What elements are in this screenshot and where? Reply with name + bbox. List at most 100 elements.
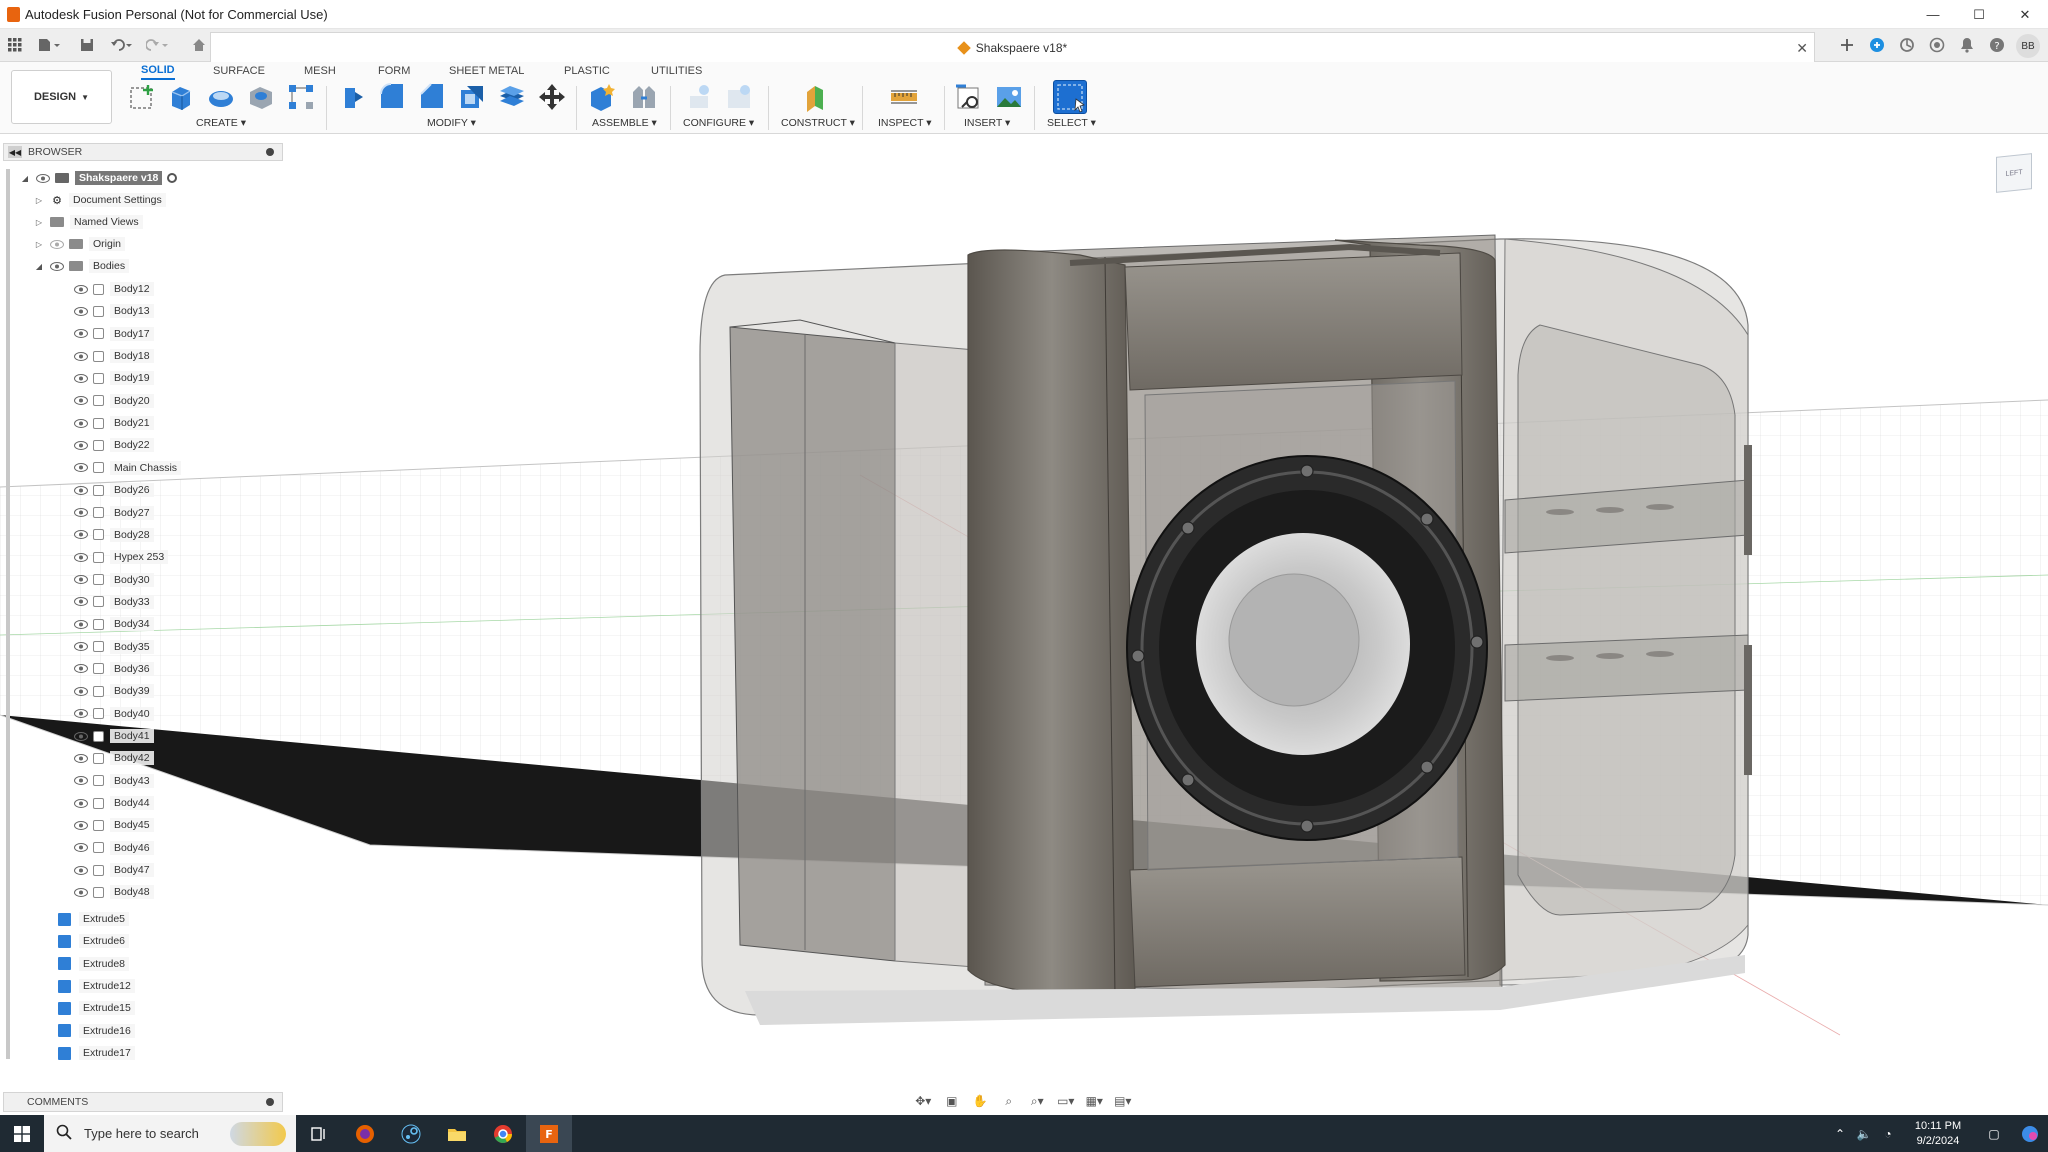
look-at-icon[interactable]: ▣ [941, 1092, 964, 1110]
online-status-icon[interactable] [1926, 34, 1948, 56]
press-pull-icon[interactable] [337, 82, 367, 112]
tree-item-document-settings[interactable]: ▷ ⚙ Document Settings [34, 191, 166, 209]
tree-item-extrude[interactable]: Extrude12 [58, 977, 135, 995]
close-tab-icon[interactable]: ✕ [1796, 40, 1808, 57]
tree-item-body[interactable]: Body47 [74, 861, 154, 879]
chevron-up-icon[interactable]: ⌃ [1828, 1124, 1852, 1144]
visibility-eye-icon[interactable] [74, 820, 88, 830]
visibility-eye-icon[interactable] [74, 619, 88, 629]
tree-item-extrude[interactable]: Extrude15 [58, 999, 135, 1017]
tree-item-body[interactable]: Body28 [74, 526, 154, 544]
tree-item-extrude[interactable]: Extrude16 [58, 1022, 135, 1040]
pattern-icon[interactable] [286, 82, 316, 112]
task-view-icon[interactable] [296, 1115, 342, 1152]
visibility-eye-icon[interactable] [74, 575, 88, 585]
tree-item-body[interactable]: Body36 [74, 660, 154, 678]
network-icon[interactable]: ◔ [1876, 1124, 1900, 1144]
pin-icon[interactable] [266, 148, 274, 156]
visibility-eye-icon[interactable] [74, 351, 88, 361]
visibility-eye-icon[interactable] [74, 418, 88, 428]
expand-arrow-icon[interactable]: ▷ [34, 240, 44, 249]
maximize-button[interactable]: ☐ [1956, 0, 2002, 29]
comments-panel[interactable]: COMMENTS [3, 1092, 283, 1112]
visibility-eye-icon[interactable] [74, 329, 88, 339]
joint-icon[interactable] [629, 82, 659, 112]
tree-item-extrude[interactable]: Extrude17 [58, 1044, 135, 1062]
configure-menu[interactable]: CONFIGURE ▾ [683, 117, 754, 129]
tree-item-origin[interactable]: ▷ Origin [34, 235, 126, 253]
tab-plastic[interactable]: PLASTIC [564, 62, 610, 80]
tree-item-body[interactable]: Body22 [74, 436, 154, 454]
configure-rules-icon[interactable] [724, 82, 754, 112]
combine-icon[interactable] [497, 82, 527, 112]
visibility-eye-icon[interactable] [74, 776, 88, 786]
tree-item-named-views[interactable]: ▷ Named Views [34, 213, 143, 231]
select-menu[interactable]: SELECT ▾ [1047, 117, 1096, 129]
save-icon[interactable] [80, 35, 94, 55]
visibility-eye-icon[interactable] [74, 396, 88, 406]
volume-icon[interactable]: 🔈 [1852, 1124, 1876, 1144]
apps-grid-icon[interactable] [8, 35, 22, 55]
tree-item-extrude[interactable]: Extrude8 [58, 955, 130, 973]
modify-menu[interactable]: MODIFY ▾ [427, 117, 476, 129]
activate-radio-icon[interactable] [167, 173, 178, 183]
visibility-eye-icon[interactable] [74, 843, 88, 853]
visibility-eye-icon[interactable] [74, 865, 88, 875]
tree-item-body[interactable]: Main Chassis [74, 459, 182, 477]
tree-item-body[interactable]: Hypex 253 [74, 548, 169, 566]
tree-item-body[interactable]: Body17 [74, 325, 154, 343]
tree-item-body[interactable]: Body48 [74, 883, 154, 901]
visibility-eye-icon[interactable] [74, 373, 88, 383]
tab-utilities[interactable]: UTILITIES [651, 62, 702, 80]
revolve-icon[interactable] [206, 82, 236, 112]
taskbar-clock[interactable]: 10:11 PM 9/2/2024 [1900, 1119, 1976, 1149]
expand-arrow-icon[interactable]: ▷ [34, 218, 44, 227]
canvas-viewport[interactable] [0, 135, 2048, 1115]
tree-item-body[interactable]: Body19 [74, 369, 154, 387]
visibility-eye-icon[interactable] [74, 731, 88, 741]
workspace-switcher-button[interactable]: DESIGN ▼ [11, 70, 112, 124]
shell-icon[interactable] [457, 82, 487, 112]
insert-menu[interactable]: INSERT ▾ [964, 117, 1010, 129]
redo-icon[interactable] [146, 35, 170, 55]
job-status-icon[interactable] [1896, 34, 1918, 56]
tree-item-body[interactable]: Body26 [74, 481, 154, 499]
create-sketch-icon[interactable] [128, 82, 158, 112]
display-settings-icon[interactable]: ▭▾ [1055, 1092, 1078, 1110]
visibility-eye-icon[interactable] [74, 485, 88, 495]
taskbar-search-box[interactable]: Type here to search [44, 1115, 296, 1152]
speaker-driver[interactable] [1126, 455, 1488, 841]
grid-snap-icon[interactable]: ▦▾ [1083, 1092, 1106, 1110]
tree-item-body[interactable]: Body20 [74, 392, 154, 410]
tree-item-body[interactable]: Body30 [74, 571, 154, 589]
tree-item-bodies[interactable]: ◢ Bodies [34, 257, 130, 275]
tree-item-body[interactable]: Body18 [74, 347, 154, 365]
file-menu-icon[interactable] [38, 35, 60, 55]
select-icon[interactable] [1053, 80, 1087, 114]
tree-item-body[interactable]: Body46 [74, 839, 154, 857]
tree-item-extrude[interactable]: Extrude5 [58, 910, 130, 928]
3d-model-scene[interactable] [0, 135, 2048, 1115]
visibility-eye-icon[interactable] [74, 552, 88, 562]
chrome-icon[interactable] [480, 1115, 526, 1152]
tree-item-body[interactable]: Body27 [74, 504, 154, 522]
move-copy-icon[interactable] [537, 82, 567, 112]
visibility-eye-icon[interactable] [74, 440, 88, 450]
configure-table-icon[interactable] [686, 82, 716, 112]
extensions-icon[interactable] [1866, 34, 1888, 56]
fillet-icon[interactable] [377, 82, 407, 112]
visibility-eye-icon[interactable] [74, 530, 88, 540]
minimize-button[interactable]: — [1910, 0, 1956, 29]
tree-item-body[interactable]: Body33 [74, 593, 154, 611]
orbit-icon[interactable]: ✥▾ [912, 1092, 935, 1110]
viewports-icon[interactable]: ▤▾ [1112, 1092, 1135, 1110]
tab-form[interactable]: FORM [378, 62, 410, 80]
tree-item-body[interactable]: Body12 [74, 280, 154, 298]
tab-solid[interactable]: SOLID [141, 62, 175, 80]
insert-canvas-icon[interactable] [994, 82, 1024, 112]
undo-icon[interactable] [110, 35, 134, 55]
file-explorer-icon[interactable] [434, 1115, 480, 1152]
collapse-panel-icon[interactable]: ◀◀ [8, 146, 22, 158]
tree-item-body[interactable]: Body35 [74, 638, 154, 656]
visibility-eye-icon[interactable] [50, 239, 64, 249]
